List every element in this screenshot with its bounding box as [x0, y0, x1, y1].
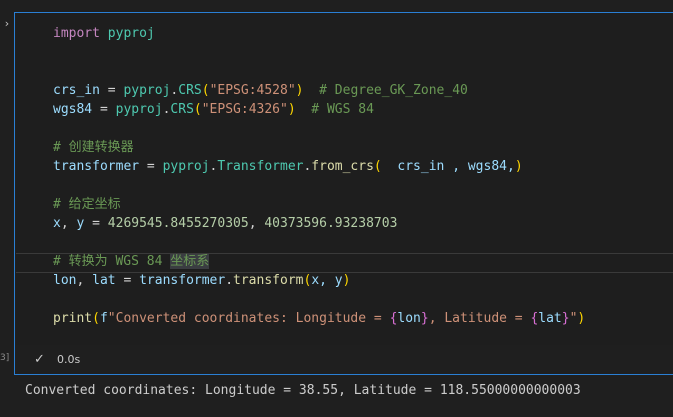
code-line-10: print(f"Converted coordinates: Longitude…	[53, 311, 586, 326]
code-line-9: lon, lat = transformer.transform(x, y)	[53, 273, 351, 288]
code-editor[interactable]: import pyproj crs_in = pyproj.CRS("EPSG:…	[16, 13, 673, 345]
code-line-8: # 转换为 WGS 84 坐标系	[53, 254, 210, 269]
code-line-6: # 给定坐标	[53, 197, 121, 212]
cell-status-bar: ✓ 0.0s	[15, 346, 673, 374]
execution-count: 3]	[0, 353, 10, 363]
code-line-7: x, y = 4269545.8455270305, 40373596.9323…	[53, 216, 398, 231]
code-line-2: crs_in = pyproj.CRS("EPSG:4528") # Degre…	[53, 83, 468, 98]
code-cell[interactable]: import pyproj crs_in = pyproj.CRS("EPSG:…	[14, 12, 673, 375]
code-line-3: wgs84 = pyproj.CRS("EPSG:4326") # WGS 84	[53, 102, 374, 117]
code-line-1: import pyproj	[53, 26, 155, 41]
cell-output: Converted coordinates: Longitude = 38.55…	[25, 383, 581, 398]
cell-gutter: › 3]	[0, 0, 14, 417]
code-line-4: # 创建转换器	[53, 140, 134, 155]
collapse-chevron-icon[interactable]: ›	[1, 18, 13, 30]
code-line-5: transformer = pyproj.Transformer.from_cr…	[53, 159, 523, 174]
execution-time: 0.0s	[57, 353, 81, 366]
success-check-icon: ✓	[34, 352, 45, 367]
